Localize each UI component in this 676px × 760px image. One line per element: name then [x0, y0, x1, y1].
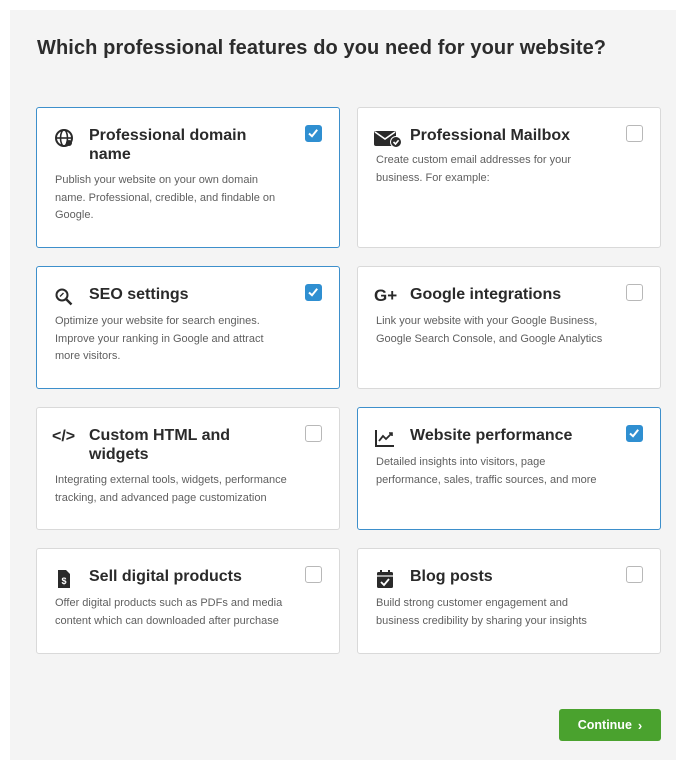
dollar-document-icon: $: [53, 568, 75, 590]
svg-text:$: $: [61, 576, 66, 586]
feature-title: Custom HTML and widgets: [89, 427, 231, 463]
feature-title: Google integrations: [410, 286, 562, 303]
feature-description: Detailed insights into visitors, page pe…: [376, 456, 597, 486]
feature-checkbox[interactable]: [305, 125, 322, 142]
globe-network-icon: [53, 127, 75, 149]
feature-card-digital-products[interactable]: $ Sell digital products Offer digital pr…: [36, 548, 340, 654]
feature-checkbox[interactable]: [305, 284, 322, 301]
feature-description: Link your website with your Google Busin…: [376, 315, 603, 345]
feature-card-blog[interactable]: Blog posts Build strong customer engagem…: [357, 548, 661, 654]
page-title: Which professional features do you need …: [37, 37, 607, 59]
feature-description: Create custom email addresses for your b…: [376, 154, 572, 184]
feature-description: Integrating external tools, widgets, per…: [55, 474, 287, 504]
feature-checkbox[interactable]: [626, 284, 643, 301]
feature-description: Build strong customer engagement and bus…: [376, 597, 587, 627]
mail-check-icon: [373, 127, 403, 149]
feature-title: SEO settings: [89, 286, 189, 303]
continue-label: Continue: [577, 718, 632, 732]
feature-description: Offer digital products such as PDFs and …: [55, 597, 283, 627]
feature-checkbox[interactable]: [305, 425, 322, 442]
checkmark-icon: [308, 288, 318, 297]
trend-chart-icon: [374, 427, 396, 449]
feature-card-domain[interactable]: Professional domain name Publish your we…: [36, 107, 340, 248]
feature-card-mailbox[interactable]: Professional Mailbox Create custom email…: [357, 107, 661, 248]
feature-title: Website performance: [410, 427, 573, 444]
feature-card-custom-html[interactable]: </> Custom HTML and widgets Integrating …: [36, 407, 340, 530]
calendar-check-icon: [374, 568, 396, 590]
feature-title: Blog posts: [410, 568, 493, 585]
feature-card-performance[interactable]: Website performance Detailed insights in…: [357, 407, 661, 530]
feature-checkbox[interactable]: [626, 566, 643, 583]
checkmark-icon: [308, 129, 318, 138]
continue-button[interactable]: Continue ›: [559, 709, 661, 741]
feature-selection-panel: Which professional features do you need …: [10, 10, 676, 760]
feature-title: Professional Mailbox: [410, 127, 571, 144]
feature-card-seo[interactable]: SEO settings Optimize your website for s…: [36, 266, 340, 389]
feature-checkbox[interactable]: [626, 425, 643, 442]
feature-title: Sell digital products: [89, 568, 242, 585]
feature-description: Optimize your website for search engines…: [55, 315, 264, 362]
feature-description: Publish your website on your own domain …: [55, 174, 276, 221]
feature-checkbox[interactable]: [626, 125, 643, 142]
checkmark-icon: [629, 429, 639, 438]
google-plus-icon: G+: [374, 286, 398, 305]
chevron-right-icon: ›: [637, 717, 643, 733]
feature-card-google[interactable]: G+ Google integrations Link your website…: [357, 266, 661, 389]
feature-checkbox[interactable]: [305, 566, 322, 583]
code-icon: </>: [52, 428, 76, 445]
magnifier-icon: [53, 286, 75, 308]
feature-title: Professional domain name: [89, 127, 247, 163]
